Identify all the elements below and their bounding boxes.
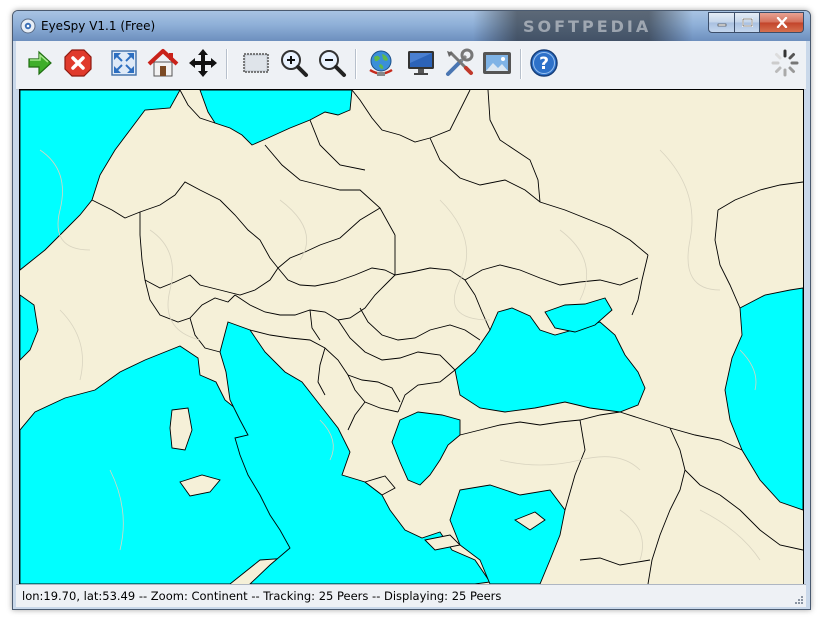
spinner-icon [771,49,799,77]
minimize-icon [717,23,726,26]
zoom-out-button[interactable] [315,46,349,80]
full-extent-button[interactable] [107,46,141,80]
toolbar: ? [16,41,806,90]
map-canvas[interactable] [20,90,803,584]
zoom-in-button[interactable] [277,46,311,80]
help-button[interactable]: ? [527,46,561,80]
network-button[interactable] [364,46,398,80]
green-arrow-right-icon [28,50,52,76]
app-icon[interactable] [20,18,36,34]
svg-text:?: ? [539,54,549,74]
toolbar-separator [355,49,357,79]
window-controls [708,12,804,33]
toolbar-separator [520,49,522,79]
app-window: SOFTPEDIA EyeSpy V1.1 (Free) ? lon:19.70… [12,10,811,610]
zoom-in-icon [281,50,308,77]
watermark: SOFTPEDIA [473,11,693,41]
red-x-icon [64,49,92,77]
resize-grip-icon[interactable] [794,595,804,605]
help-icon: ? [530,49,558,77]
screenshot-button[interactable] [480,46,514,80]
toolbar-separator [226,49,228,79]
pan-button[interactable] [186,46,220,80]
close-button[interactable] [760,12,804,33]
maximize-button[interactable] [735,12,760,33]
status-bar: lon:19.70, lat:53.49 -- Zoom: Continent … [16,584,806,607]
stop-button[interactable] [61,46,95,80]
move-arrows-icon [189,49,217,77]
tools-icon [446,48,474,76]
expand-icon [111,50,137,76]
select-button[interactable] [239,46,273,80]
globe-network-icon [369,50,393,76]
busy-indicator [768,46,802,80]
zoom-out-icon [319,50,346,77]
maximize-icon [741,18,753,27]
display-button[interactable] [404,46,438,80]
watermark-text: SOFTPEDIA [523,17,652,36]
picture-icon [483,52,511,74]
close-icon [776,17,787,28]
monitor-icon [408,51,434,75]
minimize-button[interactable] [708,12,735,33]
rectangle-select-icon [243,53,269,73]
title-bar[interactable]: SOFTPEDIA EyeSpy V1.1 (Free) [13,11,810,41]
window-title: EyeSpy V1.1 (Free) [41,19,156,33]
map-view[interactable] [19,89,804,585]
start-button[interactable] [23,46,57,80]
status-text: lon:19.70, lat:53.49 -- Zoom: Continent … [22,589,502,603]
settings-button[interactable] [442,46,476,80]
home-button[interactable] [146,46,180,80]
home-icon [147,49,179,77]
